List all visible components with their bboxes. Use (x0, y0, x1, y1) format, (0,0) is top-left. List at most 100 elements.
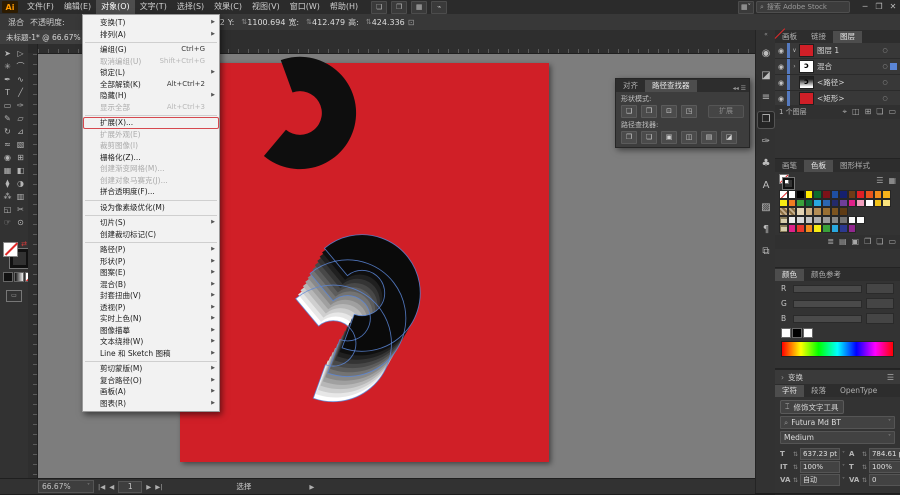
menu-item[interactable]: 显示全部 Alt+Ctrl+3 (83, 102, 219, 114)
visibility-eye-icon[interactable]: ◉ (775, 79, 787, 87)
locate-object-icon[interactable]: ⌖ (842, 107, 847, 117)
menu-item[interactable]: 剪切蒙版(M) (83, 363, 219, 375)
width-value[interactable]: 412.479 (312, 18, 345, 27)
menu-item[interactable]: 形状(P) (83, 256, 219, 268)
height-value[interactable]: 424.336 (372, 18, 405, 27)
layer-name[interactable]: 图层 1 (817, 45, 880, 56)
swatch[interactable] (839, 215, 848, 225)
channel-value-field[interactable] (866, 298, 894, 309)
menu-item[interactable]: 实时上色(N) (83, 313, 219, 325)
list-view-icon[interactable]: ☰ (876, 176, 883, 185)
line-segment-tool[interactable]: ╱ (14, 86, 27, 99)
glyphs-panel-icon[interactable]: ¶ (758, 222, 774, 238)
layer-name[interactable]: <路径> (817, 77, 880, 88)
swatch[interactable] (796, 215, 805, 225)
character-styles-panel-icon[interactable]: A (758, 178, 774, 194)
channel-slider[interactable] (793, 314, 862, 323)
none-chip[interactable] (781, 328, 791, 338)
scale-tool[interactable]: ⊿ (14, 125, 27, 138)
white-chip[interactable] (803, 328, 813, 338)
expand-dock-icon[interactable]: « (756, 30, 776, 40)
expand-arrow-icon[interactable]: ∨ (790, 47, 799, 54)
export-panel-icon[interactable]: ⧉ (758, 244, 774, 260)
panel-tab[interactable]: 颜色 (775, 269, 804, 281)
swatch[interactable] (779, 224, 788, 233)
swatch[interactable] (821, 224, 831, 233)
menu-item[interactable]: 扩展(X)... (83, 117, 219, 129)
swatch[interactable] (873, 198, 883, 208)
menu-item[interactable]: Line 和 Sketch 图稿 (83, 348, 219, 360)
menu-item[interactable]: 复合路径(O) (83, 375, 219, 387)
menubar-item[interactable]: 效果(C) (209, 0, 247, 14)
delete-layer-icon[interactable]: ▭ (888, 107, 896, 117)
perspective-grid-tool[interactable]: ⊞ (14, 151, 27, 164)
column-graph-tool[interactable]: ▥ (14, 190, 27, 203)
menubar-item[interactable]: 对象(O) (96, 0, 135, 14)
mesh-tool[interactable]: ▦ (1, 164, 14, 177)
menubar-item[interactable]: 文字(T) (135, 0, 172, 14)
panel-tab[interactable]: 链接 (804, 31, 833, 43)
swatch-libraries-icon[interactable]: ≣ (827, 237, 834, 246)
menubar-item[interactable]: 文件(F) (22, 0, 59, 14)
panel-tab[interactable]: 段落 (804, 385, 833, 397)
slice-tool[interactable]: ✂ (14, 203, 27, 216)
swatch[interactable] (830, 215, 840, 225)
swatch[interactable] (847, 215, 857, 225)
layer-row[interactable]: ◉ › ɔ 混合 ○ (775, 59, 900, 75)
swatch[interactable] (856, 198, 865, 208)
shape-builder-tool[interactable]: ◉ (1, 151, 14, 164)
transform-panel-header[interactable]: › 变换 ☰ (775, 369, 900, 384)
next-artboard-icon[interactable]: ▶ (146, 483, 151, 491)
panel-tab[interactable]: 图形样式 (833, 160, 877, 172)
swatch[interactable] (882, 198, 891, 208)
stepper-icon[interactable]: ⇅ (862, 464, 867, 471)
menu-item[interactable]: 拼合透明度(F)... (83, 186, 219, 198)
swatch[interactable] (787, 207, 797, 216)
field-value[interactable]: 100% (800, 461, 840, 473)
swatch[interactable] (779, 190, 788, 199)
gradient-panel-icon[interactable]: ◪ (758, 68, 774, 84)
menu-item[interactable]: 切片(S) (83, 217, 219, 229)
menu-item[interactable]: 排列(A) (83, 29, 219, 41)
pen-tool[interactable]: ✒ (1, 73, 14, 86)
artboard-number-field[interactable]: 1 (118, 480, 143, 493)
visibility-eye-icon[interactable]: ◉ (775, 95, 787, 103)
touch-type-tool-button[interactable]: ⌶ 修饰文字工具 (780, 400, 844, 414)
grid-view-icon[interactable]: ▦ (888, 176, 896, 185)
menu-item[interactable]: 文本绕排(W) (83, 336, 219, 348)
new-sublayer-icon[interactable]: ⊞ (865, 107, 872, 117)
swatch[interactable] (856, 215, 865, 225)
width-tool[interactable]: ≈ (1, 138, 14, 151)
layer-row[interactable]: ◉ ɔ <路径> ○ (775, 75, 900, 91)
transform-reference-icon[interactable]: ⊡ (408, 18, 415, 27)
menu-item[interactable]: 隐藏(H) (83, 90, 219, 102)
stepper-icon[interactable]: ⇅ (793, 464, 798, 471)
menu-item[interactable]: 图表(R) (83, 398, 219, 410)
menu-item[interactable]: 透视(P) (83, 302, 219, 314)
color-button[interactable] (3, 272, 13, 282)
stepper-icon[interactable]: ⇅ (862, 451, 867, 458)
menu-item[interactable]: 全部解锁(K) Alt+Ctrl+2 (83, 79, 219, 91)
workspace-switcher-icon[interactable]: ⌁ (431, 0, 448, 14)
panel-tab[interactable]: 字符 (775, 385, 804, 397)
swatch-kinds-icon[interactable]: ▤ (839, 237, 847, 246)
swatch[interactable] (813, 190, 822, 199)
swatch[interactable] (813, 215, 822, 225)
swatch[interactable] (787, 224, 797, 233)
expand-button[interactable]: 扩展 (708, 105, 744, 118)
selection-indicator[interactable] (890, 79, 897, 86)
menu-item[interactable]: 混合(B) (83, 279, 219, 291)
rotate-tool[interactable]: ↻ (1, 125, 14, 138)
merge-button[interactable]: ▣ (661, 131, 677, 144)
font-style-select[interactable]: Medium ˅ (780, 431, 895, 444)
outline-button[interactable]: ▤ (701, 131, 717, 144)
swatch[interactable] (813, 198, 822, 208)
channel-value-field[interactable] (866, 313, 894, 324)
channel-slider[interactable] (793, 299, 862, 308)
selection-tool[interactable]: ➤ (1, 47, 14, 60)
swatch[interactable] (796, 207, 805, 216)
swap-fill-stroke-icon[interactable]: ⇄ (21, 240, 27, 248)
swatch[interactable] (847, 190, 857, 199)
layer-row[interactable]: ◉ ∨ 图层 1 ○ (775, 43, 900, 59)
swatch[interactable] (821, 190, 831, 199)
